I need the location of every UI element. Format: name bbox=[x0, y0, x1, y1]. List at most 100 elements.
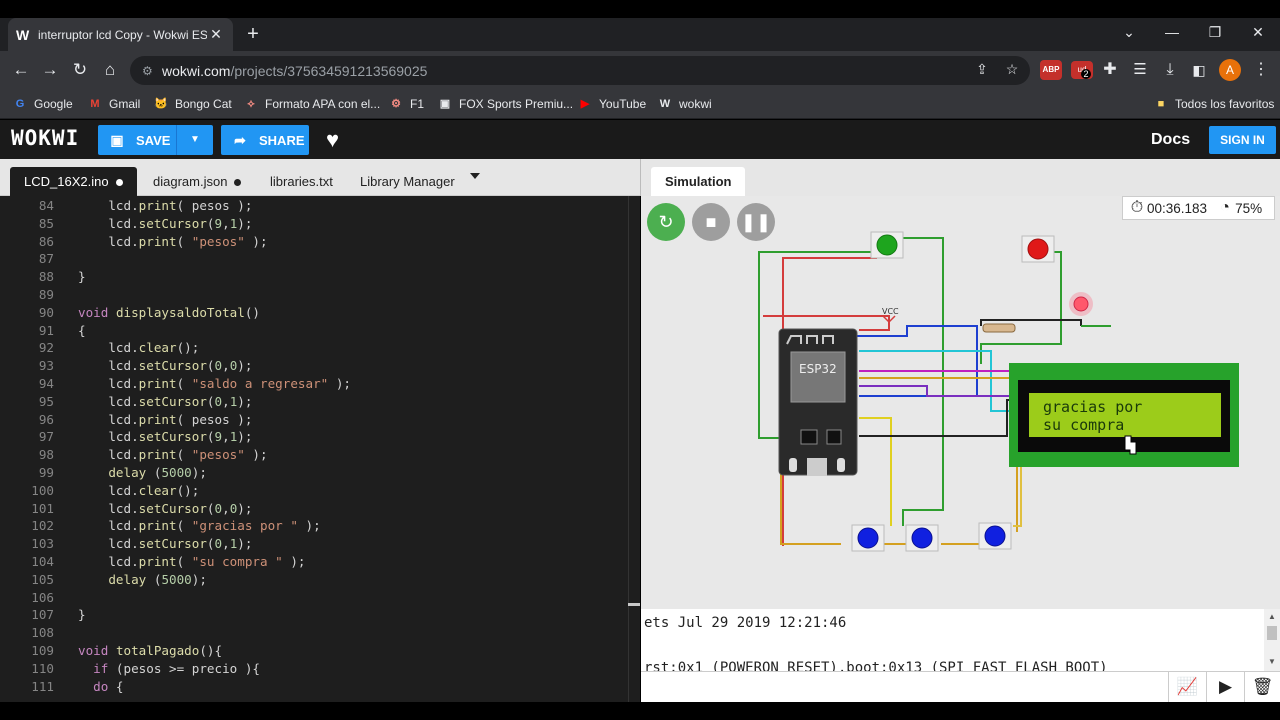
resistor[interactable] bbox=[982, 323, 1016, 333]
pushbutton-green[interactable] bbox=[870, 231, 904, 259]
code-line[interactable]: 101 lcd.setCursor(0,0); bbox=[0, 500, 628, 518]
wokwi-logo[interactable]: WOKWI bbox=[11, 126, 79, 150]
code-text: lcd.setCursor(0,0); bbox=[78, 500, 253, 516]
code-line[interactable]: 96 lcd.print( pesos ); bbox=[0, 411, 628, 429]
code-line[interactable]: 92 lcd.clear(); bbox=[0, 339, 628, 357]
window-close-button[interactable]: ✕ bbox=[1236, 18, 1280, 48]
tabs-menu-chevron-down-icon[interactable] bbox=[470, 173, 480, 179]
code-line[interactable]: 90 void displaysaldoTotal() bbox=[0, 304, 628, 322]
code-line[interactable]: 103 lcd.setCursor(0,1); bbox=[0, 535, 628, 553]
code-line[interactable]: 105 delay (5000); bbox=[0, 571, 628, 589]
tab-lcd-ino[interactable]: LCD_16X2.ino bbox=[10, 167, 137, 196]
code-line[interactable]: 109 void totalPagado(){ bbox=[0, 642, 628, 660]
code-line[interactable]: 106 bbox=[0, 589, 628, 607]
editor-scroll-thumb[interactable] bbox=[628, 603, 640, 606]
esp32-board[interactable]: ESP32 bbox=[778, 328, 858, 476]
tab-libraries-txt[interactable]: libraries.txt bbox=[256, 167, 347, 196]
code-line[interactable]: 86 lcd.print( "pesos" ); bbox=[0, 233, 628, 251]
stop-simulation-button[interactable]: ■ bbox=[692, 203, 730, 241]
code-editor[interactable]: 84 lcd.print( pesos ); 85 lcd.setCursor(9… bbox=[0, 196, 640, 702]
code-line[interactable]: 104 lcd.print( "su compra " ); bbox=[0, 553, 628, 571]
profile-avatar[interactable]: A bbox=[1219, 59, 1241, 81]
sign-in-button[interactable]: SIGN IN bbox=[1209, 126, 1276, 154]
serial-input[interactable] bbox=[641, 672, 1168, 702]
bookmark-fox-sports[interactable]: ▣ FOX Sports Premiu... bbox=[437, 95, 573, 113]
tab-search-icon[interactable]: ⌄ bbox=[1107, 18, 1151, 48]
home-icon[interactable]: ⌂ bbox=[97, 58, 123, 82]
share-button[interactable]: ➦ SHARE bbox=[221, 125, 309, 155]
code-line[interactable]: 93 lcd.setCursor(0,0); bbox=[0, 357, 628, 375]
browser-tab[interactable]: W interruptor lcd Copy - Wokwi ESP32 ✕ bbox=[8, 18, 233, 51]
save-dropdown-icon[interactable]: ▼ bbox=[176, 125, 213, 155]
code-line[interactable]: 94 lcd.print( "saldo a regresar" ); bbox=[0, 375, 628, 393]
serial-scroll-thumb[interactable] bbox=[1267, 626, 1277, 640]
code-line[interactable]: 108 bbox=[0, 624, 628, 642]
floppy-disk-icon: ▣ bbox=[110, 131, 124, 148]
pushbutton-red[interactable] bbox=[1021, 235, 1055, 263]
serial-monitor[interactable]: ets Jul 29 2019 12:21:46 rst:0x1 (POWERO… bbox=[641, 609, 1280, 671]
address-bar[interactable]: ⚙ wokwi.com/projects/375634591213569025 … bbox=[130, 56, 1030, 85]
site-info-icon[interactable]: ⚙ bbox=[142, 64, 162, 78]
pushbutton-blue-2[interactable] bbox=[905, 524, 939, 552]
line-number: 84 bbox=[38, 198, 54, 213]
code-line[interactable]: 97 lcd.setCursor(9,1); bbox=[0, 428, 628, 446]
docs-link[interactable]: Docs bbox=[1151, 131, 1190, 149]
bookmark-wokwi[interactable]: Wwokwi bbox=[657, 95, 712, 113]
code-line[interactable]: 111 do { bbox=[0, 678, 628, 696]
restart-simulation-button[interactable]: ↻ bbox=[647, 203, 685, 241]
minimize-button[interactable]: — bbox=[1150, 18, 1194, 48]
adblock-extension-icon[interactable]: ABP bbox=[1040, 60, 1062, 80]
code-line[interactable]: 102 lcd.print( "gracias por " ); bbox=[0, 517, 628, 535]
side-panel-icon[interactable]: ◧ bbox=[1188, 59, 1210, 81]
editor-scrollbar[interactable] bbox=[628, 196, 640, 702]
tab-simulation[interactable]: Simulation bbox=[651, 167, 746, 196]
new-tab-button[interactable]: + bbox=[240, 22, 266, 48]
code-line[interactable]: 87 bbox=[0, 250, 628, 268]
code-line[interactable]: 88} bbox=[0, 268, 628, 286]
pause-simulation-button[interactable]: ❚❚ bbox=[737, 203, 775, 241]
lcd-16x2-display[interactable]: gracias por su compra bbox=[1009, 363, 1239, 467]
heart-icon[interactable]: ♥ bbox=[326, 127, 339, 153]
line-number: 108 bbox=[31, 625, 54, 641]
code-line[interactable]: 89 bbox=[0, 286, 628, 304]
code-line[interactable]: 110 if (pesos >= precio ){ bbox=[0, 660, 628, 678]
scroll-up-icon[interactable]: ▲ bbox=[1268, 612, 1276, 621]
save-button[interactable]: ▣ SAVE ▼ bbox=[98, 125, 213, 155]
bookmark-google[interactable]: G Google bbox=[12, 95, 73, 113]
back-icon[interactable]: ← bbox=[8, 58, 34, 82]
bookmark-gmail[interactable]: M Gmail bbox=[87, 95, 140, 113]
bookmark-star-icon[interactable]: ☆ bbox=[1002, 61, 1022, 78]
bookmark-f1[interactable]: ⚙ F1 bbox=[388, 95, 424, 113]
bookmark-apa[interactable]: ⟡ Formato APA con el... bbox=[243, 95, 380, 113]
restore-button[interactable]: ❐ bbox=[1193, 18, 1237, 48]
all-bookmarks-folder[interactable]: ■ Todos los favoritos bbox=[1153, 95, 1275, 113]
tab-close-icon[interactable]: ✕ bbox=[207, 26, 225, 43]
simulation-canvas[interactable]: VCC ESP32 gracias por su compra bbox=[641, 196, 1280, 609]
clear-serial-button[interactable]: 🗑 bbox=[1244, 672, 1280, 702]
bookmark-bongo-cat[interactable]: 🐱 Bongo Cat bbox=[153, 95, 232, 113]
forward-icon[interactable]: → bbox=[37, 58, 63, 82]
code-line[interactable]: 85 lcd.setCursor(9,1); bbox=[0, 215, 628, 233]
code-line[interactable]: 100 lcd.clear(); bbox=[0, 482, 628, 500]
autoscroll-button[interactable]: ▶ bbox=[1206, 672, 1244, 702]
serial-scrollbar[interactable]: ▲ ▼ bbox=[1264, 609, 1280, 671]
code-line[interactable]: 98 lcd.print( "pesos" ); bbox=[0, 446, 628, 464]
plotter-button[interactable]: 📈 bbox=[1168, 672, 1206, 702]
pushbutton-blue-3[interactable] bbox=[978, 522, 1012, 550]
scroll-down-icon[interactable]: ▼ bbox=[1268, 657, 1276, 666]
download-icon[interactable]: ⤓ bbox=[1159, 59, 1181, 81]
bookmark-youtube[interactable]: ▶ YouTube bbox=[577, 95, 646, 113]
extensions-puzzle-icon[interactable]: ✚ bbox=[1099, 59, 1121, 81]
code-line[interactable]: 99 delay (5000); bbox=[0, 464, 628, 482]
browser-menu-icon[interactable]: ⋮ bbox=[1250, 59, 1272, 81]
code-line[interactable]: 84 lcd.print( pesos ); bbox=[0, 197, 628, 215]
reload-icon[interactable]: ↻ bbox=[67, 58, 93, 82]
code-line[interactable]: 107} bbox=[0, 606, 628, 624]
tab-diagram-json[interactable]: diagram.json bbox=[139, 167, 255, 196]
code-line[interactable]: 91 { bbox=[0, 322, 628, 340]
pushbutton-blue-1[interactable] bbox=[851, 524, 885, 552]
share-page-icon[interactable]: ⇪ bbox=[972, 61, 992, 78]
code-line[interactable]: 95 lcd.setCursor(0,1); bbox=[0, 393, 628, 411]
media-queue-icon[interactable]: ☰ bbox=[1129, 59, 1151, 81]
tab-library-manager[interactable]: Library Manager bbox=[346, 167, 469, 196]
